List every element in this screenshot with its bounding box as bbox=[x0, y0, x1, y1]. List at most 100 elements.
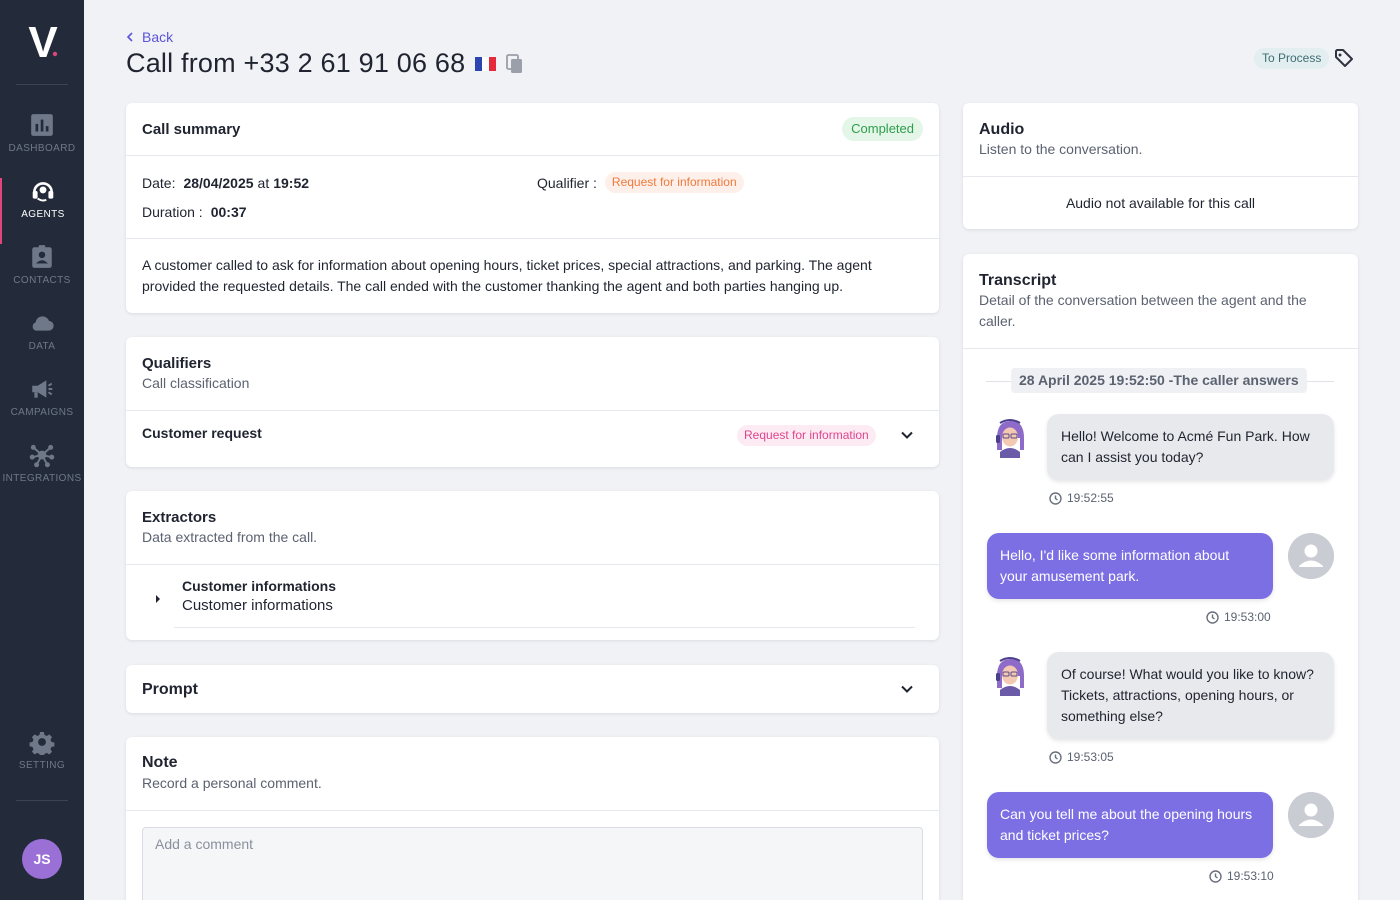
sidebar-item-agents[interactable]: AGENTS bbox=[0, 178, 84, 244]
sidebar-item-label: AGENTS bbox=[21, 209, 65, 220]
prompt-card[interactable]: Prompt bbox=[126, 665, 939, 713]
copy-icon[interactable] bbox=[506, 53, 524, 74]
date-at: at bbox=[257, 175, 270, 191]
sidebar-item-integrations[interactable]: INTEGRATIONS bbox=[0, 442, 84, 508]
divider bbox=[126, 564, 939, 565]
extractor-title: Customer informations bbox=[182, 578, 337, 594]
agent-message: Of course! What would you like to know? … bbox=[1047, 652, 1334, 739]
card-title: Prompt bbox=[142, 681, 198, 698]
extractor-item[interactable]: Customer informations Customer informati… bbox=[142, 577, 915, 628]
duration-row: Duration : 00:37 bbox=[142, 204, 247, 220]
card-title: Qualifiers bbox=[142, 355, 212, 372]
card-title: Transcript bbox=[979, 272, 1057, 289]
card-header: Note Record a personal comment. bbox=[142, 754, 322, 794]
headset-icon bbox=[32, 182, 54, 202]
sidebar-item-setting[interactable]: SETTING bbox=[0, 729, 84, 795]
qualifier-row: Qualifier : Request for information bbox=[537, 172, 744, 193]
status-badge[interactable]: To Process bbox=[1254, 48, 1330, 69]
sidebar: V DASHBOARD AGENTS CONTACTS DATA CAMPAIG… bbox=[0, 0, 84, 900]
app-logo[interactable]: V bbox=[0, 18, 84, 68]
sidebar-item-label: CAMPAIGNS bbox=[10, 407, 74, 418]
date-label: Date: bbox=[142, 175, 176, 191]
date-value: 28/04/2025 bbox=[183, 175, 254, 191]
divider bbox=[126, 810, 939, 811]
chevron-down-icon[interactable] bbox=[900, 682, 914, 696]
user-avatar[interactable]: JS bbox=[22, 839, 62, 879]
card-header: Extractors Data extracted from the call. bbox=[142, 509, 317, 548]
user-avatar-icon bbox=[1288, 792, 1334, 838]
divider bbox=[174, 627, 915, 628]
audio-card: Audio Listen to the conversation. Audio … bbox=[963, 103, 1358, 229]
qualifier-badge: Request for information bbox=[604, 172, 744, 193]
chevron-down-icon[interactable] bbox=[900, 428, 914, 442]
user-message: Can you tell me about the opening hours … bbox=[987, 792, 1273, 858]
comment-input[interactable] bbox=[142, 827, 923, 900]
duration-value: 00:37 bbox=[210, 204, 247, 220]
time-value: 19:52 bbox=[273, 175, 310, 191]
extractor-text: Customer informations Customer informati… bbox=[182, 578, 336, 614]
sidebar-item-dashboard[interactable]: DASHBOARD bbox=[0, 112, 84, 178]
card-subtitle: Detail of the conversation between the a… bbox=[979, 292, 1307, 329]
card-subtitle: Listen to the conversation. bbox=[979, 141, 1143, 157]
message-time-text: 19:53:00 bbox=[1224, 610, 1271, 624]
duration-label: Duration : bbox=[142, 204, 203, 220]
tag-icon[interactable] bbox=[1334, 48, 1354, 68]
network-icon bbox=[29, 444, 55, 468]
qualifier-row-badge: Request for information bbox=[737, 425, 876, 446]
card-title: Audio bbox=[979, 121, 1025, 138]
card-subtitle: Record a personal comment. bbox=[142, 775, 322, 791]
divider bbox=[126, 155, 939, 156]
card-header: Audio Listen to the conversation. bbox=[979, 121, 1142, 160]
caret-right-icon bbox=[156, 595, 160, 603]
cloud-icon bbox=[32, 316, 54, 331]
card-subtitle: Call classification bbox=[142, 375, 250, 391]
card-subtitle: Data extracted from the call. bbox=[142, 529, 318, 545]
logo-sparkle-icon bbox=[52, 51, 58, 57]
france-flag-icon bbox=[475, 56, 497, 71]
divider bbox=[963, 176, 1358, 177]
conversation-start-chip: 28 April 2025 19:52:50 -The caller answe… bbox=[1011, 368, 1307, 393]
sidebar-item-contacts[interactable]: CONTACTS bbox=[0, 244, 84, 310]
message-time-text: 19:52:55 bbox=[1067, 491, 1114, 505]
contact-card-icon bbox=[32, 245, 52, 268]
message-time: 19:53:05 bbox=[1049, 750, 1114, 764]
clock-icon bbox=[1206, 610, 1219, 624]
sidebar-item-label: SETTING bbox=[18, 760, 66, 771]
clock-icon bbox=[1049, 750, 1062, 764]
card-header: Qualifiers Call classification bbox=[142, 355, 249, 394]
card-header: Transcript Detail of the conversation be… bbox=[979, 272, 1344, 332]
message-time: 19:53:10 bbox=[1209, 869, 1274, 883]
sidebar-item-data[interactable]: DATA bbox=[0, 310, 84, 376]
message-time-text: 19:53:10 bbox=[1227, 869, 1274, 883]
sidebar-item-campaigns[interactable]: CAMPAIGNS bbox=[0, 376, 84, 442]
audio-unavailable-message: Audio not available for this call bbox=[1065, 195, 1256, 211]
agent-avatar-icon bbox=[989, 653, 1031, 696]
back-link[interactable]: Back bbox=[126, 29, 173, 45]
user-message: Hello, I'd like some information about y… bbox=[987, 533, 1273, 599]
sidebar-divider bbox=[16, 84, 68, 85]
chevron-left-icon bbox=[126, 32, 133, 42]
sidebar-item-label: DASHBOARD bbox=[8, 143, 76, 154]
divider bbox=[126, 238, 939, 239]
qualifiers-card: Qualifiers Call classification Customer … bbox=[126, 337, 939, 467]
clock-icon bbox=[1049, 491, 1062, 505]
gear-icon bbox=[29, 731, 55, 755]
chart-icon bbox=[31, 114, 53, 136]
sidebar-divider bbox=[16, 800, 68, 801]
sidebar-item-label: DATA bbox=[28, 341, 56, 352]
clock-icon bbox=[1209, 869, 1222, 883]
message-time: 19:52:55 bbox=[1049, 491, 1114, 505]
completed-badge: Completed bbox=[842, 117, 923, 141]
card-title: Call summary bbox=[142, 121, 241, 138]
note-card: Note Record a personal comment. bbox=[126, 737, 939, 900]
back-label: Back bbox=[142, 29, 174, 45]
summary-text: A customer called to ask for information… bbox=[142, 257, 872, 294]
agent-avatar-icon bbox=[989, 415, 1031, 458]
call-summary-card: Call summary Completed Date: 28/04/2025 … bbox=[126, 103, 939, 313]
user-avatar-icon bbox=[1288, 533, 1334, 579]
card-title: Extractors bbox=[142, 509, 217, 526]
message-time: 19:53:00 bbox=[1206, 610, 1271, 624]
divider bbox=[126, 410, 939, 411]
divider bbox=[963, 348, 1358, 349]
card-title: Note bbox=[142, 754, 178, 771]
